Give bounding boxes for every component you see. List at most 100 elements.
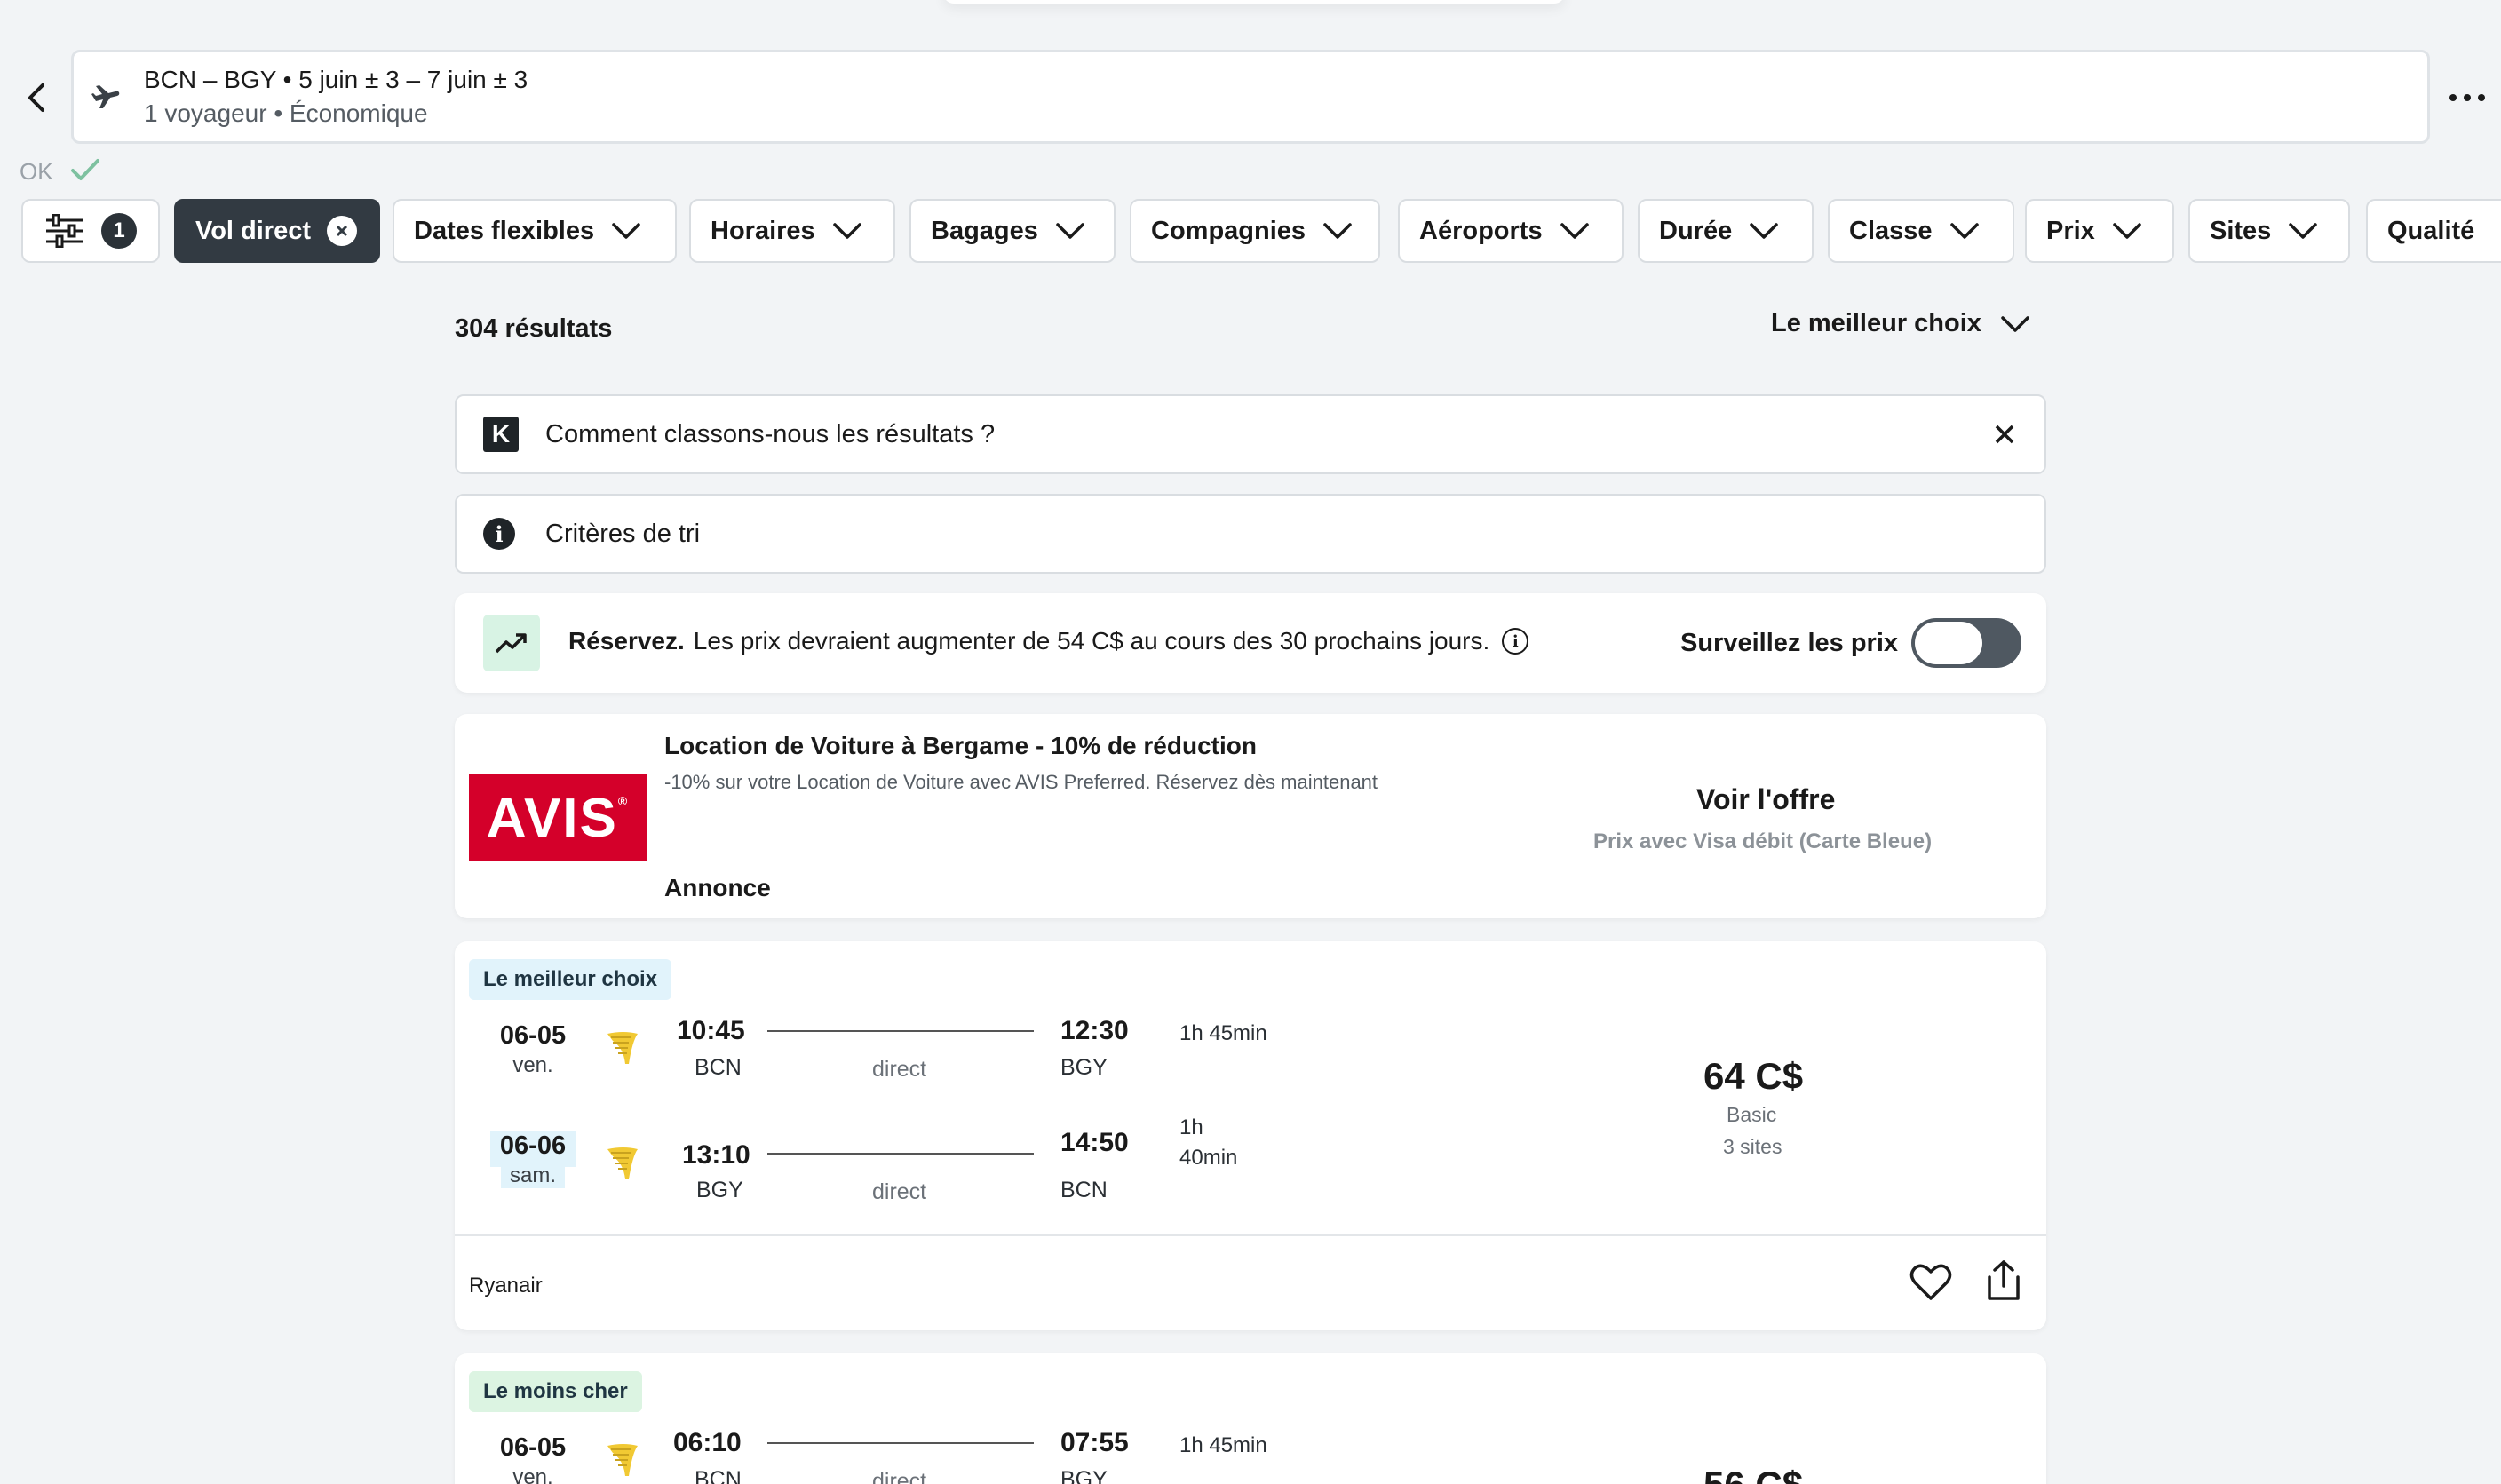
- flight-line: [767, 1030, 1034, 1032]
- route-summary: BCN – BGY • 5 juin ± 3 – 7 juin ± 3: [144, 66, 528, 93]
- chip-label: Prix: [2046, 216, 2095, 245]
- active-filter-count: 1: [101, 213, 137, 249]
- chip-label: Vol direct: [195, 216, 311, 245]
- arrival-time: 12:30: [1060, 1016, 1129, 1045]
- airline-name: Ryanair: [469, 1274, 543, 1298]
- ad-title: Location de Voiture à Bergame - 10% de r…: [664, 732, 1257, 759]
- prediction-text: Réservez. Les prix devraient augmenter d…: [568, 627, 1529, 655]
- sort-criteria-banner[interactable]: i Critères de tri: [455, 494, 2046, 574]
- chip-label: Aéroports: [1419, 216, 1543, 245]
- view-offer-button[interactable]: Voir l'offre: [1696, 783, 1835, 816]
- filter-chip-flexible-dates[interactable]: Dates flexibles: [393, 199, 677, 263]
- travellers-class: 1 voyageur • Économique: [144, 99, 428, 127]
- prediction-bold: Réservez.: [568, 627, 685, 655]
- leg-date: 06-06: [490, 1131, 576, 1167]
- chevron-down-icon: [1750, 223, 1778, 239]
- arrival-time: 07:55: [1060, 1428, 1129, 1457]
- sort-label: Le meilleur choix: [1771, 309, 1981, 337]
- departure-airport: BCN: [695, 1467, 742, 1484]
- ranking-info-banner[interactable]: K Comment classons-nous les résultats ?: [455, 394, 2046, 474]
- results-count: 304 résultats: [455, 314, 613, 343]
- trending-up-icon: [483, 615, 540, 671]
- filter-chip-airports[interactable]: Aéroports: [1398, 199, 1624, 263]
- heart-icon[interactable]: [1909, 1263, 1952, 1302]
- search-summary[interactable]: [71, 50, 2430, 144]
- leg-weekday: ven.: [512, 1465, 553, 1484]
- leg-date: 06-05: [499, 1433, 567, 1462]
- stops-label: direct: [872, 1179, 927, 1204]
- arrival-airport: BGY: [1060, 1055, 1108, 1080]
- flight-result-card[interactable]: Le meilleur choix 06-05 ven. 10:45 BCN d…: [455, 941, 2046, 1330]
- watch-prices-label: Surveillez les prix: [1680, 629, 1899, 657]
- stops-label: direct: [872, 1469, 927, 1484]
- filter-chip-class[interactable]: Classe: [1828, 199, 2014, 263]
- arrival-time: 14:50: [1060, 1128, 1129, 1157]
- chevron-down-icon: [1323, 223, 1352, 239]
- sliders-icon: [46, 214, 83, 248]
- price-prediction-card: Réservez. Les prix devraient augmenter d…: [455, 593, 2046, 693]
- ad-card[interactable]: AVIS ® Location de Voiture à Bergame - 10…: [455, 714, 2046, 918]
- share-icon[interactable]: [1984, 1259, 2023, 1302]
- filter-chip-sites[interactable]: Sites: [2188, 199, 2350, 263]
- info-icon: i: [483, 518, 515, 550]
- flight-result-card[interactable]: Le moins cher 06-05 ven. 06:10 BCN direc…: [455, 1353, 2046, 1484]
- prediction-message: Les prix devraient augmenter de 54 C$ au…: [693, 627, 1490, 655]
- chevron-down-icon: [2113, 223, 2141, 239]
- chip-label: Horaires: [711, 216, 815, 245]
- flight-duration: 1h 45min: [1179, 1433, 1267, 1457]
- ellipsis-icon: [2449, 94, 2485, 101]
- departure-time: 13:10: [682, 1140, 750, 1170]
- departure-airport: BCN: [695, 1055, 742, 1080]
- ryanair-harp-icon: [607, 1032, 638, 1064]
- chevron-left-icon: [28, 83, 44, 112]
- ad-label: Annonce: [664, 874, 771, 901]
- remove-filter-icon[interactable]: [327, 216, 357, 246]
- chevron-down-icon: [2289, 223, 2318, 239]
- chevron-down-icon: [1560, 223, 1589, 239]
- more-options-button[interactable]: [2444, 82, 2490, 114]
- ranking-question: Comment classons-nous les résultats ?: [545, 419, 996, 448]
- sort-dropdown[interactable]: Le meilleur choix: [1771, 309, 2031, 338]
- plane-icon: [91, 82, 123, 114]
- filter-chip-direct[interactable]: Vol direct: [174, 199, 380, 263]
- filter-chip-airlines[interactable]: Compagnies: [1130, 199, 1380, 263]
- sites-count: 3 sites: [1723, 1135, 1782, 1158]
- flight-price: 56 C$: [1703, 1464, 1803, 1484]
- chevron-down-icon: [612, 223, 640, 239]
- chip-label: Compagnies: [1151, 216, 1306, 245]
- flight-duration-hours: 1h: [1179, 1115, 1203, 1139]
- kayak-logo-icon: K: [483, 417, 519, 452]
- chip-label: Sites: [2210, 216, 2272, 245]
- top-notch: [943, 0, 1565, 4]
- cheapest-badge: Le moins cher: [469, 1371, 642, 1412]
- leg-date: 06-05: [499, 1021, 567, 1050]
- filter-chip-quality[interactable]: Qualité: [2366, 199, 2501, 263]
- watch-prices-toggle[interactable]: [1911, 618, 2021, 668]
- chip-label: Durée: [1659, 216, 1733, 245]
- filter-chip-duration[interactable]: Durée: [1638, 199, 1814, 263]
- chip-label: Classe: [1849, 216, 1933, 245]
- back-button[interactable]: [18, 78, 57, 117]
- leg-weekday: sam.: [501, 1163, 565, 1188]
- flight-price: 64 C$: [1703, 1055, 1804, 1097]
- ok-label: OK: [20, 158, 53, 185]
- ad-description: -10% sur votre Location de Voiture avec …: [664, 771, 1378, 793]
- filter-chip-price[interactable]: Prix: [2025, 199, 2174, 263]
- flight-line: [767, 1153, 1034, 1155]
- chevron-down-icon: [832, 223, 861, 239]
- arrival-airport: BCN: [1060, 1178, 1108, 1202]
- departure-time: 10:45: [677, 1016, 745, 1045]
- chevron-down-icon: [1056, 223, 1084, 239]
- info-icon[interactable]: i: [1502, 628, 1529, 655]
- close-icon[interactable]: [1991, 421, 2018, 448]
- fare-type: Basic: [1727, 1103, 1777, 1126]
- filter-chip-bags[interactable]: Bagages: [909, 199, 1116, 263]
- chip-label: Qualité: [2387, 216, 2475, 245]
- all-filters-button[interactable]: 1: [21, 199, 160, 263]
- ryanair-harp-icon: [607, 1444, 638, 1476]
- filter-chip-times[interactable]: Horaires: [689, 199, 895, 263]
- chip-label: Dates flexibles: [414, 216, 595, 245]
- sort-criteria-label: Critères de tri: [545, 519, 701, 548]
- ryanair-harp-icon: [607, 1147, 638, 1179]
- flight-duration: 1h 45min: [1179, 1021, 1267, 1045]
